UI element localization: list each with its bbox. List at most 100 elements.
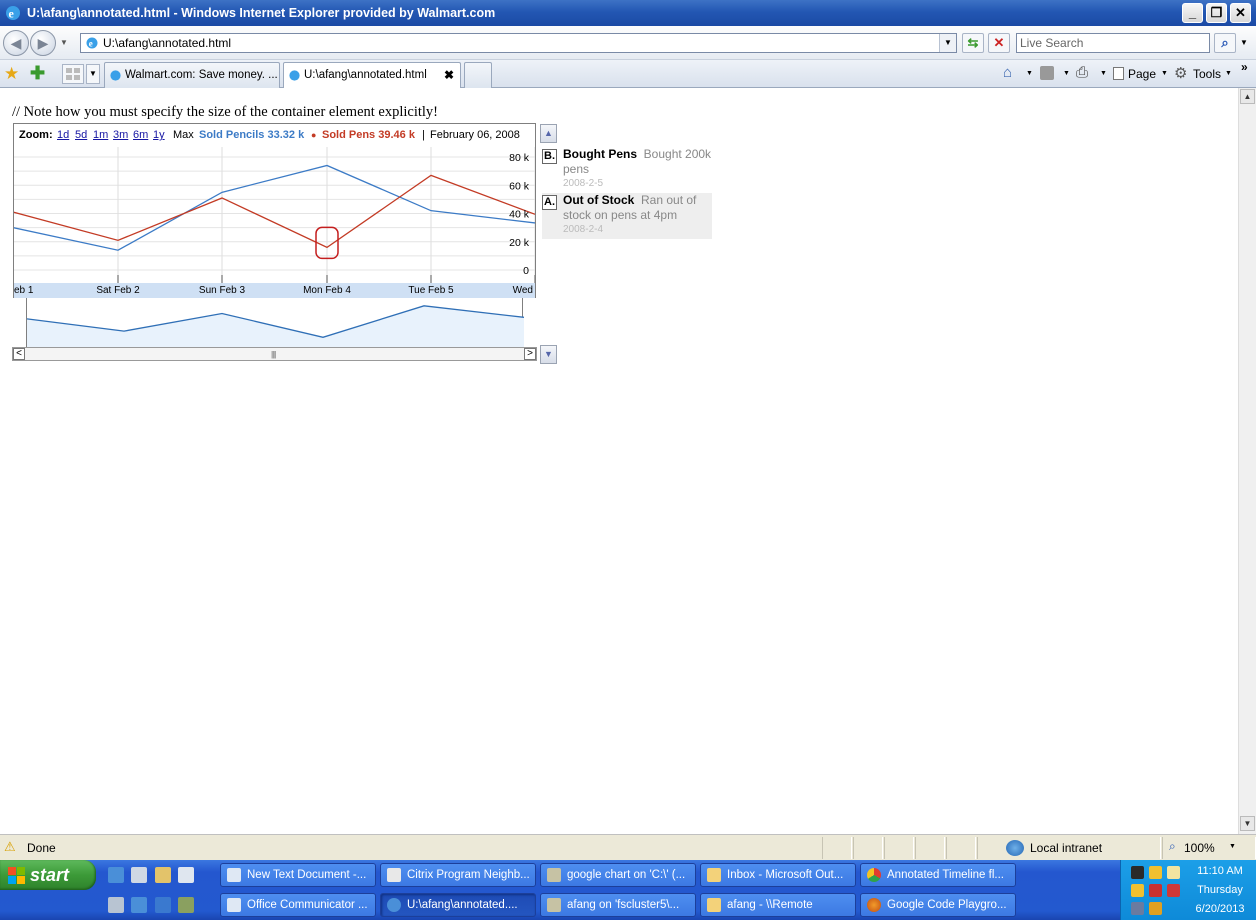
range-area-fill bbox=[27, 305, 524, 348]
clock-time[interactable]: 11:10 AM bbox=[1183, 865, 1256, 877]
task-new-text-document[interactable]: New Text Document -... bbox=[220, 863, 376, 887]
zone-text: Local intranet bbox=[1030, 841, 1103, 855]
network-tray-icon[interactable] bbox=[1131, 902, 1144, 915]
search-button[interactable]: ⌕ bbox=[1214, 33, 1236, 53]
zoom-max-label[interactable]: Max bbox=[173, 124, 194, 146]
forward-button[interactable]: ▶ bbox=[30, 30, 56, 56]
x-tick-label: eb 1 bbox=[14, 285, 34, 296]
security-tray-icon[interactable] bbox=[1167, 884, 1180, 897]
feeds-icon[interactable] bbox=[1040, 66, 1054, 80]
page-note: // Note how you must specify the size of… bbox=[12, 104, 439, 120]
pen-tray-icon[interactable] bbox=[1131, 866, 1144, 879]
start-button[interactable]: start bbox=[0, 860, 96, 890]
alert-tray-icon[interactable] bbox=[1149, 884, 1162, 897]
legend-pencils: Sold Pencils 33.32 k bbox=[199, 124, 304, 146]
quick-launch-network-icon[interactable] bbox=[108, 897, 124, 913]
annotation-a[interactable]: A. Out of Stock Ran out of stock on pens… bbox=[542, 193, 712, 239]
back-button[interactable]: ◀ bbox=[3, 30, 29, 56]
home-icon[interactable]: ⌂ bbox=[1003, 64, 1012, 81]
status-segment bbox=[915, 837, 945, 859]
tools-menu[interactable]: ⚙ Tools ▼ bbox=[1174, 64, 1236, 84]
refresh-button[interactable]: ⇆ bbox=[962, 33, 984, 53]
zoom-level: 100% bbox=[1184, 841, 1215, 855]
task-label: Google Code Playgro... bbox=[887, 899, 1007, 911]
shield-tray-icon[interactable] bbox=[1149, 902, 1162, 915]
add-favorites-icon[interactable]: ✚ bbox=[30, 63, 45, 84]
zone-segment[interactable]: Local intranet bbox=[977, 837, 1161, 859]
quick-tabs-button[interactable] bbox=[62, 64, 84, 84]
vertical-scrollbar[interactable]: ▲ ▼ bbox=[1238, 88, 1256, 834]
close-tab-icon[interactable]: ✖ bbox=[444, 63, 454, 87]
page-menu[interactable]: Page ▼ bbox=[1112, 64, 1172, 84]
range-selector[interactable] bbox=[26, 298, 525, 348]
annotation-b[interactable]: B. Bought Pens Bought 200k pens 2008-2-5 bbox=[542, 147, 712, 191]
quick-launch-desktop-icon[interactable] bbox=[131, 867, 147, 883]
tab-annotated[interactable]: U:\afang\annotated.html ✖ bbox=[283, 62, 461, 89]
quick-launch-app-icon[interactable] bbox=[178, 897, 194, 913]
task-afang-remote[interactable]: afang - \\Remote bbox=[700, 893, 856, 917]
quick-launch-camera-icon[interactable] bbox=[155, 867, 171, 883]
zoom-1d-link[interactable]: 1d bbox=[57, 124, 69, 146]
ie-icon bbox=[387, 898, 401, 912]
scroll-right-icon[interactable]: > bbox=[524, 348, 536, 360]
new-tab-button[interactable] bbox=[464, 62, 492, 88]
range-overview-chart bbox=[26, 305, 525, 348]
ie-page-icon bbox=[289, 70, 300, 81]
search-options-dropdown-icon[interactable]: ▼ bbox=[1240, 38, 1248, 47]
search-input[interactable]: Live Search bbox=[1016, 33, 1210, 53]
restore-button[interactable]: ❐ bbox=[1206, 3, 1227, 23]
page-menu-dropdown-icon: ▼ bbox=[1161, 70, 1168, 77]
scroll-left-icon[interactable]: < bbox=[13, 348, 25, 360]
annotations-scroll-down-icon[interactable]: ▼ bbox=[540, 345, 557, 364]
tab-list-dropdown-icon[interactable]: ▼ bbox=[86, 64, 100, 84]
quick-launch-ie-icon[interactable] bbox=[108, 867, 124, 883]
scroll-up-icon[interactable]: ▲ bbox=[1240, 89, 1255, 104]
task-ie-annotated[interactable]: U:\afang\annotated.... bbox=[380, 893, 536, 917]
quick-launch-ie2-icon[interactable] bbox=[131, 897, 147, 913]
address-field[interactable]: e U:\afang\annotated.html ▼ bbox=[80, 33, 957, 53]
quick-launch-tool-icon[interactable] bbox=[178, 867, 194, 883]
chevron-more-icon[interactable]: » bbox=[1241, 60, 1248, 74]
task-citrix[interactable]: Citrix Program Neighb... bbox=[380, 863, 536, 887]
print-dropdown-icon[interactable]: ▼ bbox=[1100, 70, 1107, 77]
task-inbox-outlook[interactable]: Inbox - Microsoft Out... bbox=[700, 863, 856, 887]
zoom-5d-link[interactable]: 5d bbox=[75, 124, 87, 146]
print-icon[interactable]: ⎙ bbox=[1076, 64, 1088, 81]
annotations-scroll-up-icon[interactable]: ▲ bbox=[540, 124, 557, 143]
close-button[interactable]: ✕ bbox=[1230, 3, 1251, 23]
lock-tray-icon[interactable] bbox=[1131, 884, 1144, 897]
zoom-6m-link[interactable]: 6m bbox=[133, 124, 148, 146]
stop-button[interactable]: ✕ bbox=[988, 33, 1010, 53]
svg-text:e: e bbox=[89, 39, 93, 49]
zoom-1m-link[interactable]: 1m bbox=[93, 124, 108, 146]
tools-menu-label: Tools bbox=[1193, 67, 1222, 81]
start-label: start bbox=[30, 865, 70, 885]
task-google-chart[interactable]: google chart on 'C:\' (... bbox=[540, 863, 696, 887]
recent-pages-dropdown-icon[interactable]: ▼ bbox=[60, 38, 68, 47]
sync-tray-icon[interactable] bbox=[1149, 866, 1162, 879]
task-fscluster[interactable]: afang on 'fscluster5\... bbox=[540, 893, 696, 917]
task-office-communicator[interactable]: Office Communicator ... bbox=[220, 893, 376, 917]
quick-launch-ie3-icon[interactable] bbox=[155, 897, 171, 913]
task-google-code-playground[interactable]: Google Code Playgro... bbox=[860, 893, 1016, 917]
address-dropdown-icon[interactable]: ▼ bbox=[939, 34, 956, 52]
feeds-dropdown-icon[interactable]: ▼ bbox=[1063, 70, 1070, 77]
zoom-3m-link[interactable]: 3m bbox=[113, 124, 128, 146]
scroll-down-icon[interactable]: ▼ bbox=[1240, 816, 1255, 831]
x-tick-label: Sun Feb 3 bbox=[198, 285, 246, 296]
status-segment bbox=[822, 837, 852, 859]
mail-tray-icon[interactable] bbox=[1167, 866, 1180, 879]
home-dropdown-icon[interactable]: ▼ bbox=[1026, 70, 1033, 77]
zoom-1y-link[interactable]: 1y bbox=[153, 124, 165, 146]
zoom-segment[interactable]: ⌕ 100% ▼ bbox=[1162, 837, 1256, 859]
minimize-button[interactable]: _ bbox=[1182, 3, 1203, 23]
favorites-star-icon[interactable]: ★ bbox=[4, 64, 19, 84]
annotation-b-letter: B. bbox=[542, 149, 557, 164]
task-annotated-timeline[interactable]: Annotated Timeline fl... bbox=[860, 863, 1016, 887]
annotation-a-date: 2008-2-4 bbox=[563, 224, 604, 235]
chart-horizontal-scrollbar[interactable]: < |||| > bbox=[12, 347, 537, 361]
tab-walmart[interactable]: Walmart.com: Save money. ... bbox=[104, 62, 280, 88]
window-titlebar[interactable]: e U:\afang\annotated.html - Windows Inte… bbox=[0, 0, 1256, 26]
x-tick-label: Sat Feb 2 bbox=[96, 285, 140, 296]
scroll-grip-icon[interactable]: |||| bbox=[271, 350, 276, 359]
